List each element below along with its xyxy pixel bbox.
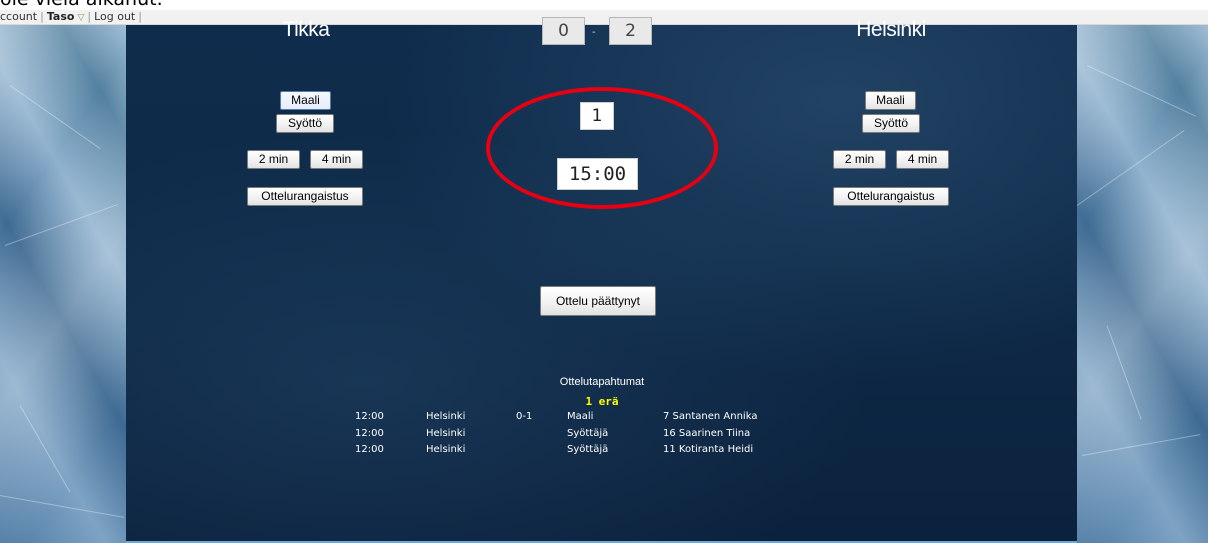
away-4min-penalty-button[interactable]: 4 min xyxy=(896,150,949,169)
home-goal-button[interactable]: Maali xyxy=(280,91,331,110)
events-period-label: 1 erä xyxy=(585,395,619,408)
event-player: 7 Santanen Annika xyxy=(663,411,758,422)
event-time: 12:00 xyxy=(355,428,384,439)
home-4min-penalty-button[interactable]: 4 min xyxy=(310,150,363,169)
home-match-penalty-button[interactable]: Ottelurangaistus xyxy=(247,187,363,206)
event-team: Helsinki xyxy=(426,411,466,422)
away-2min-penalty-button[interactable]: 2 min xyxy=(833,150,886,169)
event-player: 11 Kotiranta Heidi xyxy=(663,444,754,455)
divider: | xyxy=(138,10,142,23)
logout-link[interactable]: Log out xyxy=(94,10,135,24)
away-match-penalty-button[interactable]: Ottelurangaistus xyxy=(833,187,949,206)
event-time: 12:00 xyxy=(355,411,384,422)
account-link[interactable]: ccount xyxy=(0,10,37,24)
events-title: Ottelutapahtumat xyxy=(559,376,645,388)
home-team-name: Tikka xyxy=(282,18,330,41)
ice-background-left xyxy=(0,25,126,543)
away-team-name: Helsinki xyxy=(856,18,926,41)
event-type: Syöttäjä xyxy=(567,428,609,439)
away-goal-button[interactable]: Maali xyxy=(865,91,916,110)
divider: | xyxy=(40,10,44,23)
away-score: 2 xyxy=(609,17,652,45)
event-score: 0-1 xyxy=(516,411,533,422)
event-player: 16 Saarinen Tiina xyxy=(663,428,751,439)
score-separator: - xyxy=(592,27,596,38)
chevron-down-icon[interactable]: ▽ xyxy=(77,11,84,25)
end-match-button[interactable]: Ottelu päättynyt xyxy=(540,286,656,316)
event-time: 12:00 xyxy=(355,444,384,455)
event-type: Syöttäjä xyxy=(567,444,609,455)
away-assist-button[interactable]: Syöttö xyxy=(862,114,920,133)
highlight-circle xyxy=(486,87,718,209)
taso-menu[interactable]: Taso xyxy=(47,10,75,24)
top-nav-bar: ccount | Taso ▽ | Log out | xyxy=(0,10,1208,25)
divider: | xyxy=(87,10,92,23)
ice-background-right xyxy=(1076,25,1208,543)
home-2min-penalty-button[interactable]: 2 min xyxy=(247,150,300,169)
home-score: 0 xyxy=(542,17,585,45)
caption-text: ole vielä alkanut. xyxy=(0,0,163,9)
event-team: Helsinki xyxy=(426,444,466,455)
event-type: Maali xyxy=(567,411,594,422)
home-assist-button[interactable]: Syöttö xyxy=(276,114,334,133)
event-team: Helsinki xyxy=(426,428,466,439)
